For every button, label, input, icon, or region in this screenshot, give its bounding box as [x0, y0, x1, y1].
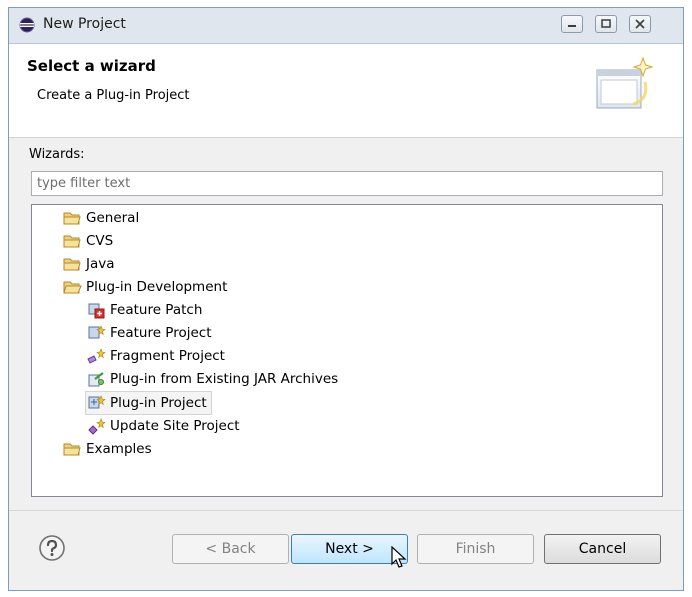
tree-item-feature-patch[interactable]: Feature Patch [86, 299, 202, 321]
feature-project-icon [88, 325, 106, 339]
tree-item-examples[interactable]: Examples [62, 438, 152, 460]
tree-item-label: Plug-in from Existing JAR Archives [110, 371, 339, 387]
tree-item-label: Update Site Project [110, 418, 240, 434]
tree-item-general[interactable]: General [62, 207, 139, 229]
tree-item-label: Feature Project [110, 325, 212, 341]
page-title: Select a wizard [27, 57, 156, 75]
tree-item-label: Java [86, 256, 115, 272]
tree-item-plugin-from-jar[interactable]: Plug-in from Existing JAR Archives [86, 368, 338, 390]
tree-item-label: Plug-in Project [110, 395, 207, 411]
tree-item-fragment-project[interactable]: Fragment Project [86, 345, 225, 367]
back-button[interactable]: < Back [172, 534, 289, 564]
update-site-icon [88, 418, 106, 435]
minimize-button[interactable] [561, 15, 583, 33]
filter-input[interactable] [31, 171, 663, 196]
tree-item-update-site-project[interactable]: Update Site Project [86, 415, 240, 437]
folder-icon [63, 443, 81, 456]
folder-icon [63, 258, 81, 271]
folder-icon [63, 235, 81, 248]
tree-item-label: Examples [86, 441, 152, 457]
help-icon[interactable] [38, 534, 66, 562]
close-icon [635, 19, 645, 29]
tree-item-label: Fragment Project [110, 348, 225, 364]
next-button[interactable]: Next > [291, 534, 408, 564]
wizard-header: Select a wizard Create a Plug-in Project [9, 44, 683, 138]
cancel-button[interactable]: Cancel [544, 534, 661, 564]
footer-divider [9, 510, 683, 511]
finish-button[interactable]: Finish [417, 534, 534, 564]
page-description: Create a Plug-in Project [37, 88, 190, 103]
tree-item-java[interactable]: Java [62, 253, 115, 275]
tree-item-label: Plug-in Development [86, 279, 228, 295]
eclipse-icon [19, 17, 35, 33]
fragment-project-icon [87, 348, 106, 364]
tree-item-label: General [86, 210, 140, 226]
window-title: New Project [43, 16, 126, 32]
folder-icon [63, 212, 81, 225]
tree-item-cvs[interactable]: CVS [62, 230, 113, 252]
new-project-dialog: New Project Select a wizard Create a Plu… [8, 7, 684, 591]
tree-item-plugin-development[interactable]: Plug-in Development [62, 276, 227, 298]
close-button[interactable] [629, 15, 651, 33]
folder-open-icon [63, 281, 82, 294]
wizards-label: Wizards: [29, 147, 85, 162]
maximize-icon [601, 19, 611, 28]
feature-patch-icon [88, 303, 105, 319]
minimize-icon [568, 25, 576, 27]
wizard-tree[interactable]: General CVS Java Plug-in Development Fea… [31, 204, 663, 497]
tree-item-plugin-project[interactable]: Plug-in Project [85, 391, 212, 415]
plugin-project-icon [88, 395, 106, 409]
jar-plugin-icon [88, 372, 104, 387]
new-wizard-banner-icon [596, 56, 654, 109]
tree-item-label: CVS [86, 233, 114, 249]
maximize-button[interactable] [595, 15, 617, 33]
tree-item-feature-project[interactable]: Feature Project [86, 322, 212, 344]
title-bar[interactable]: New Project [9, 8, 683, 44]
tree-item-label: Feature Patch [110, 302, 203, 318]
